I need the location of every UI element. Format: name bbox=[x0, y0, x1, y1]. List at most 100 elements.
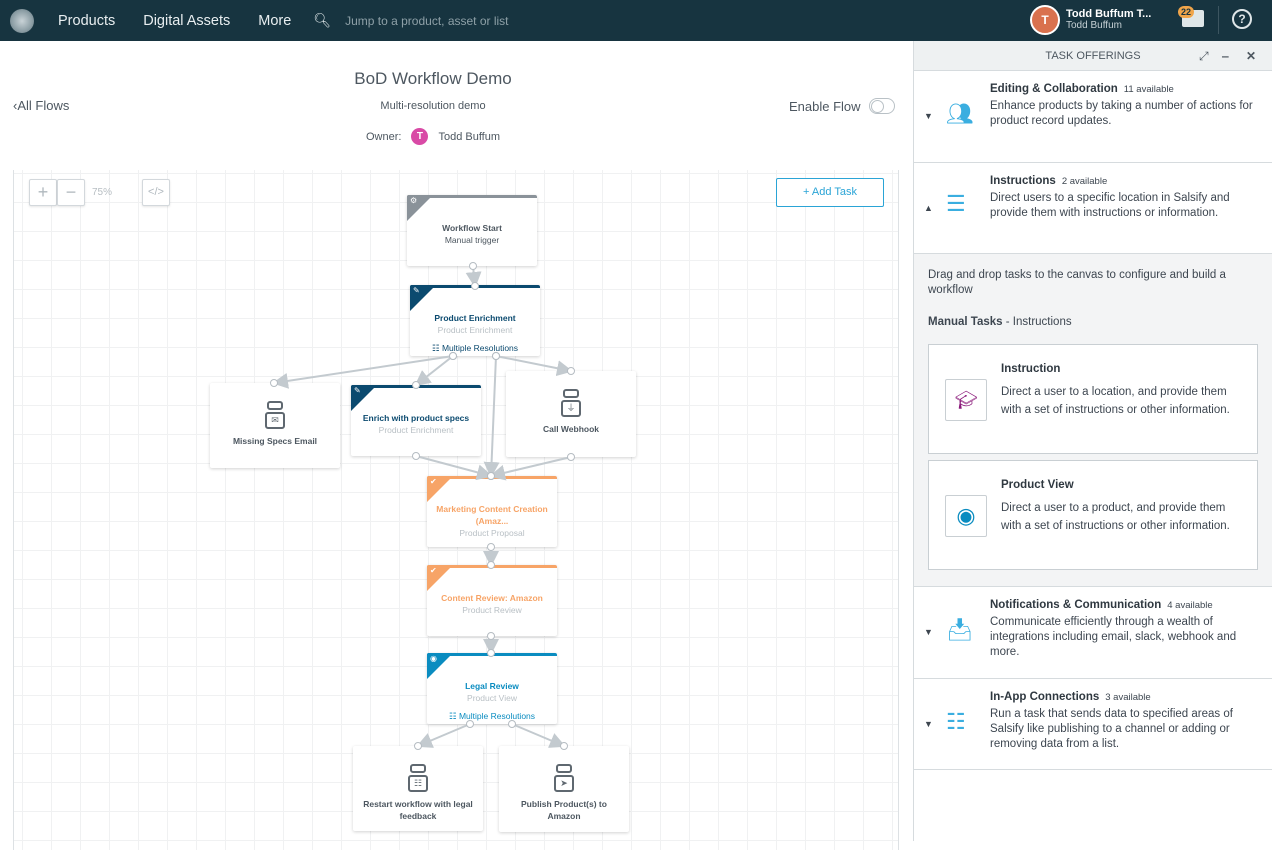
enable-flow-toggle[interactable] bbox=[868, 98, 895, 114]
nav-more[interactable]: More bbox=[258, 13, 291, 29]
panel-title: TASK OFFERINGS bbox=[1045, 50, 1141, 62]
rocket-icon: ➤ bbox=[554, 775, 574, 792]
task-title: Product View bbox=[1001, 479, 1074, 491]
workflow-node[interactable]: ✔ Marketing Content Creation (Amaz... Prod… bbox=[427, 476, 557, 547]
minimize-icon[interactable]: ‒ bbox=[1222, 41, 1229, 71]
category-title: Notifications & Communication bbox=[990, 599, 1162, 611]
help-icon[interactable]: ? bbox=[1232, 9, 1252, 29]
resolutions-label: Multiple Resolutions bbox=[458, 711, 536, 721]
owner-label: Owner: bbox=[365, 130, 402, 143]
check-icon: ✔ bbox=[430, 477, 437, 486]
workflow-node[interactable]: ⚙ Workflow Start Manual trigger bbox=[407, 195, 537, 266]
workflow-node[interactable]: ✉ Missing Specs Email bbox=[210, 383, 340, 468]
caret-down-icon[interactable]: ▼ bbox=[924, 111, 933, 121]
category-description: Enhance products by taking a number of a… bbox=[990, 100, 1253, 127]
search-box[interactable]: 🔍︎ Jump to a product, asset or list bbox=[313, 12, 508, 29]
node-subtitle: Product Enrichment bbox=[437, 325, 513, 335]
workflow-node[interactable]: ➤ Publish Product(s) to Amazon bbox=[499, 746, 629, 832]
robot-icon: ➤ bbox=[553, 764, 575, 792]
manual-tasks-label: Manual Tasks bbox=[928, 316, 1003, 328]
caret-down-icon[interactable]: ▼ bbox=[924, 627, 933, 637]
workflow-node[interactable]: ◉ Legal Review Product View ☷ Multiple Reso… bbox=[427, 653, 557, 724]
user-menu[interactable]: T Todd Buffum T... Todd Buffum bbox=[1030, 5, 1151, 35]
enable-flow-label: Enable Flow bbox=[789, 98, 861, 114]
workflow-node[interactable]: ✎ Product Enrichment Product Enrichment ☷ M… bbox=[410, 285, 540, 356]
node-title: Legal Review bbox=[465, 681, 519, 691]
node-title: Product Enrichment bbox=[434, 313, 516, 323]
robot-icon: ⏚ bbox=[560, 389, 582, 417]
expand-icon[interactable]: ⤢ bbox=[1199, 41, 1209, 71]
category-description: Run a task that sends data to specified … bbox=[990, 708, 1233, 750]
caret-down-icon[interactable]: ▼ bbox=[924, 719, 933, 729]
category-notifications[interactable]: ▼ 📥︎ Notifications & Communication 4 avai… bbox=[914, 587, 1272, 679]
task-card-instruction[interactable]: 🎓︎ Instruction Direct a user to a locati… bbox=[928, 344, 1258, 454]
category-description: Direct users to a specific location in S… bbox=[990, 192, 1230, 219]
node-subtitle: Manual trigger bbox=[444, 235, 500, 245]
hierarchy-icon: ☷ bbox=[408, 775, 428, 792]
node-title: Content Review: Amazon bbox=[441, 593, 543, 603]
salsify-logo[interactable] bbox=[10, 8, 34, 33]
code-view-button[interactable]: </> bbox=[142, 179, 170, 206]
category-title: Editing & Collaboration bbox=[990, 83, 1118, 95]
node-title: Publish Product(s) to Amazon bbox=[521, 799, 607, 821]
workflow-node[interactable]: ✎ Enrich with product specs Product Enrich… bbox=[351, 385, 481, 456]
workflow-node[interactable]: ⏚ Call Webhook bbox=[506, 371, 636, 457]
node-subtitle: Product Review bbox=[462, 605, 522, 615]
node-subtitle: Product View bbox=[467, 693, 517, 703]
category-count: 11 available bbox=[1123, 84, 1174, 95]
category-in-app-connections[interactable]: ▼ ☷ In-App Connections 3 available Run a … bbox=[914, 679, 1272, 770]
plug-icon: ⏚ bbox=[561, 400, 581, 417]
category-instructions[interactable]: ▲ ☰ Instructions 2 available Direct users… bbox=[914, 163, 1272, 254]
owner-avatar: T bbox=[411, 128, 429, 145]
notification-badge: 22 bbox=[1178, 6, 1195, 18]
node-subtitle: Product Proposal bbox=[459, 528, 525, 538]
category-editing-collaboration[interactable]: ▼ 👥︎ Editing & Collaboration 11 available… bbox=[914, 71, 1272, 163]
category-count: 3 available bbox=[1105, 692, 1151, 703]
gear-icon: ⚙ bbox=[410, 196, 418, 205]
task-description: Direct a user to a location, and provide… bbox=[1001, 386, 1230, 416]
email-icon: ✉ bbox=[265, 412, 285, 429]
workflow-node[interactable]: ☷ Restart workflow with legal feedback bbox=[353, 746, 483, 831]
nav-digital-assets[interactable]: Digital Assets bbox=[143, 13, 230, 29]
zoom-out-button[interactable]: − bbox=[57, 179, 85, 206]
node-title: Restart workflow with legal feedback bbox=[363, 799, 473, 821]
users-icon: 👥︎ bbox=[946, 101, 974, 126]
enable-flow: Enable Flow bbox=[789, 98, 895, 114]
graduation-cap-icon: 🎓︎ bbox=[945, 379, 987, 421]
list-icon: ☰ bbox=[946, 191, 966, 216]
robot-icon: ✉ bbox=[264, 401, 286, 429]
node-title: Call Webhook bbox=[542, 424, 600, 434]
close-icon[interactable]: ✕ bbox=[1246, 41, 1256, 71]
category-title: Instructions bbox=[990, 175, 1056, 187]
check-icon: ✔ bbox=[430, 566, 437, 575]
flow-description: Multi-resolution demo bbox=[380, 100, 486, 112]
inbox-tray-icon: 📥︎ bbox=[946, 617, 974, 642]
add-task-button[interactable]: + Add Task bbox=[776, 178, 884, 207]
owner-name: Todd Buffum bbox=[438, 130, 501, 143]
category-count: 4 available bbox=[1167, 600, 1213, 611]
nav-products[interactable]: Products bbox=[58, 13, 115, 29]
node-resolutions[interactable]: ☷ Multiple Resolutions bbox=[410, 343, 540, 354]
zoom-in-button[interactable]: + bbox=[29, 179, 57, 206]
manual-tasks-suffix: - Instructions bbox=[1002, 316, 1072, 328]
task-card-product-view[interactable]: ◉ Product View Direct a user to a produc… bbox=[928, 460, 1258, 570]
user-avatar: T bbox=[1030, 5, 1060, 35]
workflow-node[interactable]: ✔ Content Review: Amazon Product Review bbox=[427, 565, 557, 636]
node-title: Enrich with product specs bbox=[362, 413, 470, 423]
hierarchy-icon: ☷ bbox=[431, 343, 442, 353]
node-title: Workflow Start bbox=[442, 223, 502, 233]
panel-intro: Drag and drop tasks to the canvas to con… bbox=[928, 269, 1226, 296]
eye-icon: ◉ bbox=[945, 495, 987, 537]
node-resolutions[interactable]: ☷ Multiple Resolutions bbox=[427, 711, 557, 722]
eye-icon: ◉ bbox=[430, 654, 437, 663]
search-placeholder[interactable]: Jump to a product, asset or list bbox=[345, 14, 508, 28]
flow-title: BoD Workflow Demo bbox=[354, 69, 512, 88]
caret-up-icon[interactable]: ▲ bbox=[924, 203, 933, 213]
node-title: Marketing Content Creation (Amaz... bbox=[436, 504, 548, 526]
zoom-level: 75% bbox=[92, 187, 113, 198]
node-subtitle: Product Enrichment bbox=[378, 425, 454, 435]
resolutions-label: Multiple Resolutions bbox=[441, 343, 519, 353]
hierarchy-icon: ☷ bbox=[448, 711, 459, 721]
task-offerings-panel: TASK OFFERINGS ⤢ ‒ ✕ ▼ 👥︎ Editing & Coll… bbox=[913, 41, 1272, 841]
pencil-icon: ✎ bbox=[354, 386, 361, 395]
